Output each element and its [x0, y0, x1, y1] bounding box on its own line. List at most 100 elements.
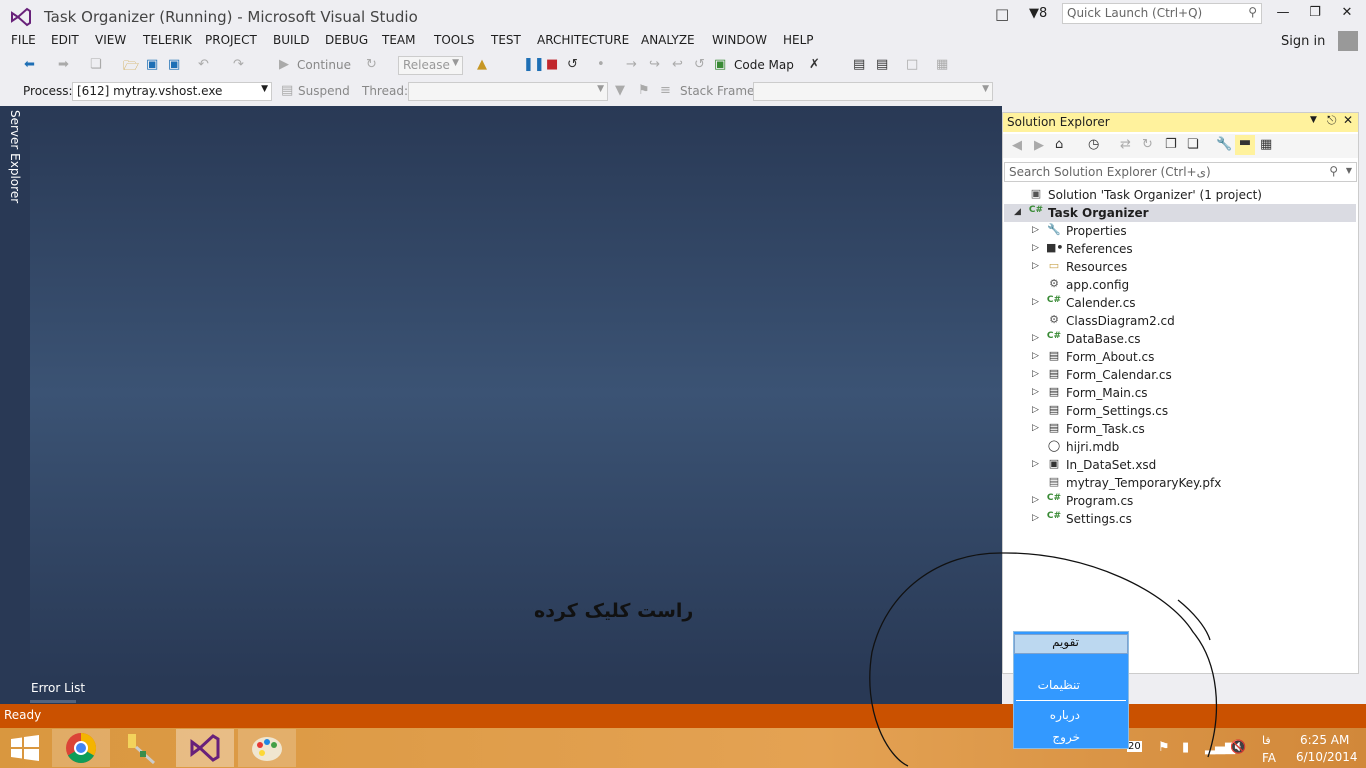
search-icon[interactable]: ⚲	[1329, 164, 1338, 178]
step-into-icon[interactable]: →	[626, 57, 637, 72]
tree-item[interactable]: ▤ mytray_TemporaryKey.pfx	[1004, 474, 1356, 492]
restart-icon[interactable]: ↺	[567, 57, 578, 72]
search-icon[interactable]: ⚲	[1248, 5, 1257, 19]
show-all-files-icon[interactable]: ❏	[1187, 137, 1199, 152]
tree-item[interactable]: ▷ ▤ Form_Settings.cs	[1004, 402, 1356, 420]
menu-window[interactable]: WINDOW	[712, 33, 767, 47]
menu-test[interactable]: TEST	[491, 33, 521, 47]
input-language[interactable]: FA	[1262, 751, 1276, 765]
sign-in-link[interactable]: Sign in	[1281, 34, 1325, 49]
tree-item[interactable]: ◢ C# Task Organizer	[1004, 204, 1356, 222]
breakpoints-icon[interactable]: ✗	[809, 57, 820, 72]
expand-arrow-icon[interactable]: ▷	[1032, 243, 1039, 253]
menu-analyze[interactable]: ANALYZE	[641, 33, 695, 47]
forward-icon[interactable]: ▶	[1034, 138, 1044, 153]
tree-item[interactable]: ▷ C# Settings.cs	[1004, 510, 1356, 528]
windows-start-icon[interactable]	[10, 734, 40, 762]
avatar[interactable]	[1338, 31, 1358, 51]
menu-file[interactable]: FILE	[11, 33, 36, 47]
thread-select[interactable]: ▼	[408, 82, 608, 101]
menu-project[interactable]: PROJECT	[205, 33, 257, 47]
bookmark-icon[interactable]: □	[906, 57, 918, 72]
tree-item[interactable]: ▷ ▣ In_DataSet.xsd	[1004, 456, 1356, 474]
tree-item[interactable]: ▷ C# Program.cs	[1004, 492, 1356, 510]
maximize-button[interactable]: ❐	[1302, 2, 1328, 24]
code-map-icon[interactable]: ▣	[714, 57, 726, 72]
menu-help[interactable]: HELP	[783, 33, 814, 47]
preview-icon[interactable]: ▬	[1235, 135, 1255, 155]
tree-item[interactable]: ▷ 🔧 Properties	[1004, 222, 1356, 240]
home-icon[interactable]: ⌂	[1055, 137, 1063, 152]
step-over-icon[interactable]: ↪	[649, 57, 660, 72]
refresh-icon[interactable]: ↻	[366, 57, 377, 72]
save-all-icon[interactable]: ▣	[168, 57, 180, 72]
configuration-select[interactable]: Release ▼	[398, 56, 463, 75]
minimize-button[interactable]: —	[1270, 2, 1296, 24]
quick-launch-input[interactable]: Quick Launch (Ctrl+Q) ⚲	[1062, 3, 1262, 24]
back-icon[interactable]: ⬅	[24, 57, 35, 72]
step-out-icon[interactable]: ↩	[672, 57, 683, 72]
continue-button[interactable]: Continue	[297, 58, 351, 72]
clock-time[interactable]: 6:25 AM	[1300, 733, 1349, 747]
tools-taskbar-button[interactable]	[114, 729, 172, 767]
menu-team[interactable]: TEAM	[382, 33, 415, 47]
tree-item[interactable]: ◯ hijri.mdb	[1004, 438, 1356, 456]
expand-arrow-icon[interactable]: ▷	[1032, 513, 1039, 523]
filter-icon[interactable]: ▼	[615, 83, 625, 98]
paint-taskbar-button[interactable]	[238, 729, 296, 767]
history-icon[interactable]: ◷	[1088, 137, 1099, 152]
expand-arrow-icon[interactable]: ▷	[1032, 225, 1039, 235]
expand-arrow-icon[interactable]: ▷	[1032, 351, 1039, 361]
stop-icon[interactable]: ■	[546, 57, 558, 72]
properties-icon[interactable]: 🔧	[1216, 137, 1232, 152]
expand-arrow-icon[interactable]: ▷	[1032, 297, 1039, 307]
menu-view[interactable]: VIEW	[95, 33, 126, 47]
flag-icon[interactable]: ⚑	[638, 83, 650, 98]
open-file-icon[interactable]: 🗁	[123, 57, 139, 79]
suspend-button[interactable]: Suspend	[298, 84, 350, 98]
pause-icon[interactable]: ❚❚	[523, 57, 545, 72]
save-icon[interactable]: ▣	[146, 57, 158, 72]
expand-arrow-icon[interactable]: ▷	[1032, 405, 1039, 415]
clock-date[interactable]: 6/10/2014	[1296, 750, 1358, 764]
expand-arrow-icon[interactable]: ▷	[1032, 423, 1039, 433]
tree-item[interactable]: ▷ ▭ Resources	[1004, 258, 1356, 276]
forward-icon[interactable]: ➡	[58, 57, 69, 72]
expand-arrow-icon[interactable]: ▷	[1032, 333, 1039, 343]
menu-telerik[interactable]: TELERIK	[143, 33, 192, 47]
pin-icon[interactable]: ⎋	[1327, 113, 1337, 128]
chevron-down-icon[interactable]: ▼	[1346, 166, 1352, 175]
menu-edit[interactable]: EDIT	[51, 33, 79, 47]
tree-item[interactable]: ▷ ▤ Form_Task.cs	[1004, 420, 1356, 438]
tree-item[interactable]: ⚙ app.config	[1004, 276, 1356, 294]
menu-architecture[interactable]: ARCHITECTURE	[537, 33, 629, 47]
suspend-icon[interactable]: ▤	[281, 83, 293, 98]
continue-icon[interactable]: ▶	[279, 57, 289, 72]
tree-item[interactable]: ▷ ■• References	[1004, 240, 1356, 258]
close-button[interactable]: ✕	[1334, 2, 1360, 24]
close-icon[interactable]: ✕	[1343, 113, 1353, 127]
show-next-statement-icon[interactable]: •	[597, 57, 605, 72]
refresh-icon[interactable]: ↻	[1142, 137, 1153, 152]
dropdown-icon[interactable]: ▼	[1310, 115, 1317, 125]
sync-icon[interactable]: ⇄	[1120, 137, 1131, 152]
code-map-button[interactable]: Code Map	[734, 58, 794, 72]
expand-arrow-icon[interactable]: ▷	[1032, 495, 1039, 505]
tree-item[interactable]: ⚙ ClassDiagram2.cd	[1004, 312, 1356, 330]
tree-item[interactable]: ▷ C# Calender.cs	[1004, 294, 1356, 312]
stack-frame-select[interactable]: ▼	[753, 82, 993, 101]
find-icon[interactable]: ▲	[477, 57, 487, 72]
layout-alt-icon[interactable]: ▤	[876, 57, 888, 72]
expand-arrow-icon[interactable]: ▷	[1032, 387, 1039, 397]
new-project-icon[interactable]: ❏	[90, 57, 102, 72]
menu-tools[interactable]: TOOLS	[434, 33, 475, 47]
input-language-native[interactable]: فا	[1262, 734, 1271, 747]
menu-build[interactable]: BUILD	[273, 33, 309, 47]
expand-arrow-icon[interactable]: ▷	[1032, 369, 1039, 379]
stack-icon[interactable]: ≡	[660, 83, 671, 98]
class-view-icon[interactable]: ▦	[1260, 137, 1272, 152]
tree-item[interactable]: ▷ ▤ Form_Main.cs	[1004, 384, 1356, 402]
back-icon[interactable]: ◀	[1012, 138, 1022, 153]
server-explorer-tab[interactable]: Server Explorer	[8, 110, 22, 203]
visual-studio-taskbar-button[interactable]	[176, 729, 234, 767]
